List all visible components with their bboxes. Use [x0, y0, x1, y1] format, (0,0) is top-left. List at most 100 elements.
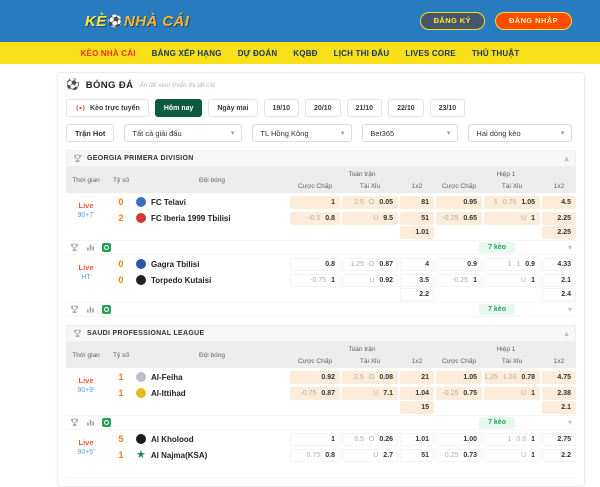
odds-cell-ou-h1[interactable]: 110.9 [484, 258, 540, 271]
more-odds-count[interactable]: 7 kèo [479, 304, 515, 316]
team-away[interactable]: FC Iberia 1999 Tbilisi [136, 213, 288, 223]
odds-cell-ou-h1[interactable]: U1 [484, 387, 540, 400]
odds-cell-ou[interactable]: 2.5O0.05 [342, 196, 398, 209]
odds-cell-1x2-draw[interactable]: 1.01 [400, 226, 434, 239]
trophy-icon[interactable] [70, 305, 79, 314]
team-home[interactable]: Gagra Tbilisi [136, 259, 288, 269]
nav-item-livescore[interactable]: LIVES CORE [405, 49, 455, 58]
odds-cell-ou-h1[interactable]: U1 [484, 449, 540, 462]
more-odds-count[interactable]: 7 kèo [479, 242, 515, 254]
odds-cell-hdp[interactable]: 1 [290, 433, 340, 446]
hot-matches-button[interactable]: Trận Hot [66, 124, 114, 142]
bookmaker-select[interactable]: Bet365 ▾ [362, 124, 458, 142]
team-away[interactable]: Al-Ittihad [136, 388, 288, 398]
nav-item-kqbd[interactable]: KQBĐ [293, 49, 317, 58]
odds-cell-1x2-h1-draw[interactable]: 2.25 [542, 226, 576, 239]
register-button[interactable]: ĐĂNG KÝ [420, 12, 485, 30]
odds-cell-ou[interactable]: U7.1 [342, 387, 398, 400]
nav-item-bang-xep-hang[interactable]: BẢNG XẾP HẠNG [152, 49, 222, 58]
tab-tomorrow[interactable]: Ngày mai [208, 99, 257, 117]
odds-cell-1x2-h1[interactable]: 2.75 [542, 433, 576, 446]
collapse-icon[interactable]: ▴ [565, 329, 569, 338]
odds-cell-hdp-h1[interactable]: 1.00 [436, 433, 482, 446]
odds-cell-ou[interactable]: 1.25O0.87 [342, 258, 398, 271]
odds-cell-1x2[interactable]: 1.04 [400, 387, 434, 400]
odds-cell-hdp-h1[interactable]: 0.95 [436, 196, 482, 209]
team-home[interactable]: Al-Feiha [136, 372, 288, 382]
odds-cell-1x2[interactable]: 81 [400, 196, 434, 209]
odds-cell-1x2-draw[interactable]: 15 [400, 401, 434, 414]
odds-cell-ou[interactable]: U9.5 [342, 212, 398, 225]
odds-cell-hdp-h1[interactable]: -0.250.75 [436, 387, 482, 400]
odds-cell-1x2-h1[interactable]: 2.2 [542, 449, 576, 462]
stats-icon[interactable] [86, 243, 95, 252]
odds-cell-1x2[interactable]: 1.01 [400, 433, 434, 446]
odds-cell-hdp-h1[interactable]: 0.9 [436, 258, 482, 271]
tab-live-odds[interactable]: Kèo trực tuyến [66, 99, 149, 117]
line-count-select[interactable]: Hai dòng kèo ▾ [468, 124, 572, 142]
tab-date-2[interactable]: 20/10 [305, 99, 341, 117]
odds-cell-1x2[interactable]: 4 [400, 258, 434, 271]
team-home[interactable]: Al Kholood [136, 434, 288, 444]
nav-item-du-doan[interactable]: DỰ ĐOÁN [238, 49, 278, 58]
odds-cell-hdp[interactable]: 1 [290, 196, 340, 209]
odds-cell-ou[interactable]: U2.7 [342, 449, 398, 462]
odds-cell-ou-h1[interactable]: 1.251.030.78 [484, 371, 540, 384]
login-button[interactable]: ĐĂNG NHẬP [495, 12, 572, 30]
odds-cell-ou[interactable]: 6.5O0.26 [342, 433, 398, 446]
odds-cell-ou-h1[interactable]: 10.751.05 [484, 196, 540, 209]
odds-cell-1x2-h1[interactable]: 2.38 [542, 387, 576, 400]
odds-cell-hdp-h1[interactable]: -0.251 [436, 274, 482, 287]
odds-cell-1x2[interactable]: 3.5 [400, 274, 434, 287]
odds-cell-1x2-h1[interactable]: 4.75 [542, 371, 576, 384]
odds-cell-1x2-h1[interactable]: 4.5 [542, 196, 576, 209]
odds-cell-hdp[interactable]: 0.750.8 [290, 449, 340, 462]
odds-cell-1x2-h1[interactable]: 2.1 [542, 274, 576, 287]
pitch-icon[interactable] [102, 305, 111, 314]
league-header-georgia[interactable]: GEORGIA PRIMERA DIVISION ▴ [66, 150, 576, 167]
stats-icon[interactable] [86, 305, 95, 314]
more-odds-count[interactable]: 7 kèo [479, 417, 515, 429]
odds-cell-hdp[interactable]: -0.751 [290, 274, 340, 287]
expand-icon[interactable]: ▾ [568, 305, 572, 314]
odds-cell-ou[interactable]: 2.5O0.08 [342, 371, 398, 384]
odds-cell-ou-h1[interactable]: 10.81 [484, 433, 540, 446]
odds-cell-ou[interactable]: U0.92 [342, 274, 398, 287]
trophy-icon[interactable] [70, 243, 79, 252]
odds-cell-1x2[interactable]: 51 [400, 212, 434, 225]
odds-cell-hdp[interactable]: -0.50.8 [290, 212, 340, 225]
expand-icon[interactable]: ▾ [568, 243, 572, 252]
nav-item-keo-nha-cai[interactable]: KÈO NHÀ CÁI [81, 49, 136, 58]
site-logo[interactable]: KÈ ⚽ NHÀ CÁI [85, 13, 189, 30]
odds-cell-hdp-h1[interactable]: -0.250.65 [436, 212, 482, 225]
odds-cell-1x2-draw[interactable]: 2.2 [400, 288, 434, 301]
odds-cell-hdp[interactable]: 0.8 [290, 258, 340, 271]
tab-date-4[interactable]: 22/10 [388, 99, 424, 117]
odds-cell-1x2[interactable]: 21 [400, 371, 434, 384]
odds-cell-hdp[interactable]: 0.92 [290, 371, 340, 384]
trophy-icon[interactable] [70, 418, 79, 427]
team-away[interactable]: Torpedo Kutaisi [136, 275, 288, 285]
odds-cell-ou-h1[interactable]: U1 [484, 212, 540, 225]
odds-cell-hdp-h1[interactable]: 0.250.73 [436, 449, 482, 462]
pitch-icon[interactable] [102, 418, 111, 427]
tab-date-5[interactable]: 23/10 [430, 99, 466, 117]
team-away[interactable]: ★ Al Najma(KSA) [136, 450, 288, 460]
tab-date-1[interactable]: 19/10 [264, 99, 300, 117]
nav-item-lich-thi-dau[interactable]: LỊCH THI ĐẤU [334, 49, 390, 58]
odds-cell-1x2[interactable]: 51 [400, 449, 434, 462]
odds-cell-ou-h1[interactable]: U1 [484, 274, 540, 287]
nav-item-thu-thuat[interactable]: THỦ THUẬT [472, 49, 520, 58]
league-select[interactable]: Tất cả giải đấu ▾ [124, 124, 242, 142]
team-home[interactable]: FC Telavi [136, 197, 288, 207]
odds-cell-1x2-h1-draw[interactable]: 2.1 [542, 401, 576, 414]
expand-icon[interactable]: ▾ [568, 418, 572, 427]
tab-today[interactable]: Hôm nay [155, 99, 203, 117]
collapse-icon[interactable]: ▴ [565, 154, 569, 163]
odds-format-select[interactable]: TL Hồng Kông ▾ [252, 124, 352, 142]
stats-icon[interactable] [86, 418, 95, 427]
pitch-icon[interactable] [102, 243, 111, 252]
tab-date-3[interactable]: 21/10 [347, 99, 383, 117]
odds-cell-hdp[interactable]: -0.750.87 [290, 387, 340, 400]
league-header-saudi[interactable]: SAUDI PROFESSIONAL LEAGUE ▴ [66, 325, 576, 342]
